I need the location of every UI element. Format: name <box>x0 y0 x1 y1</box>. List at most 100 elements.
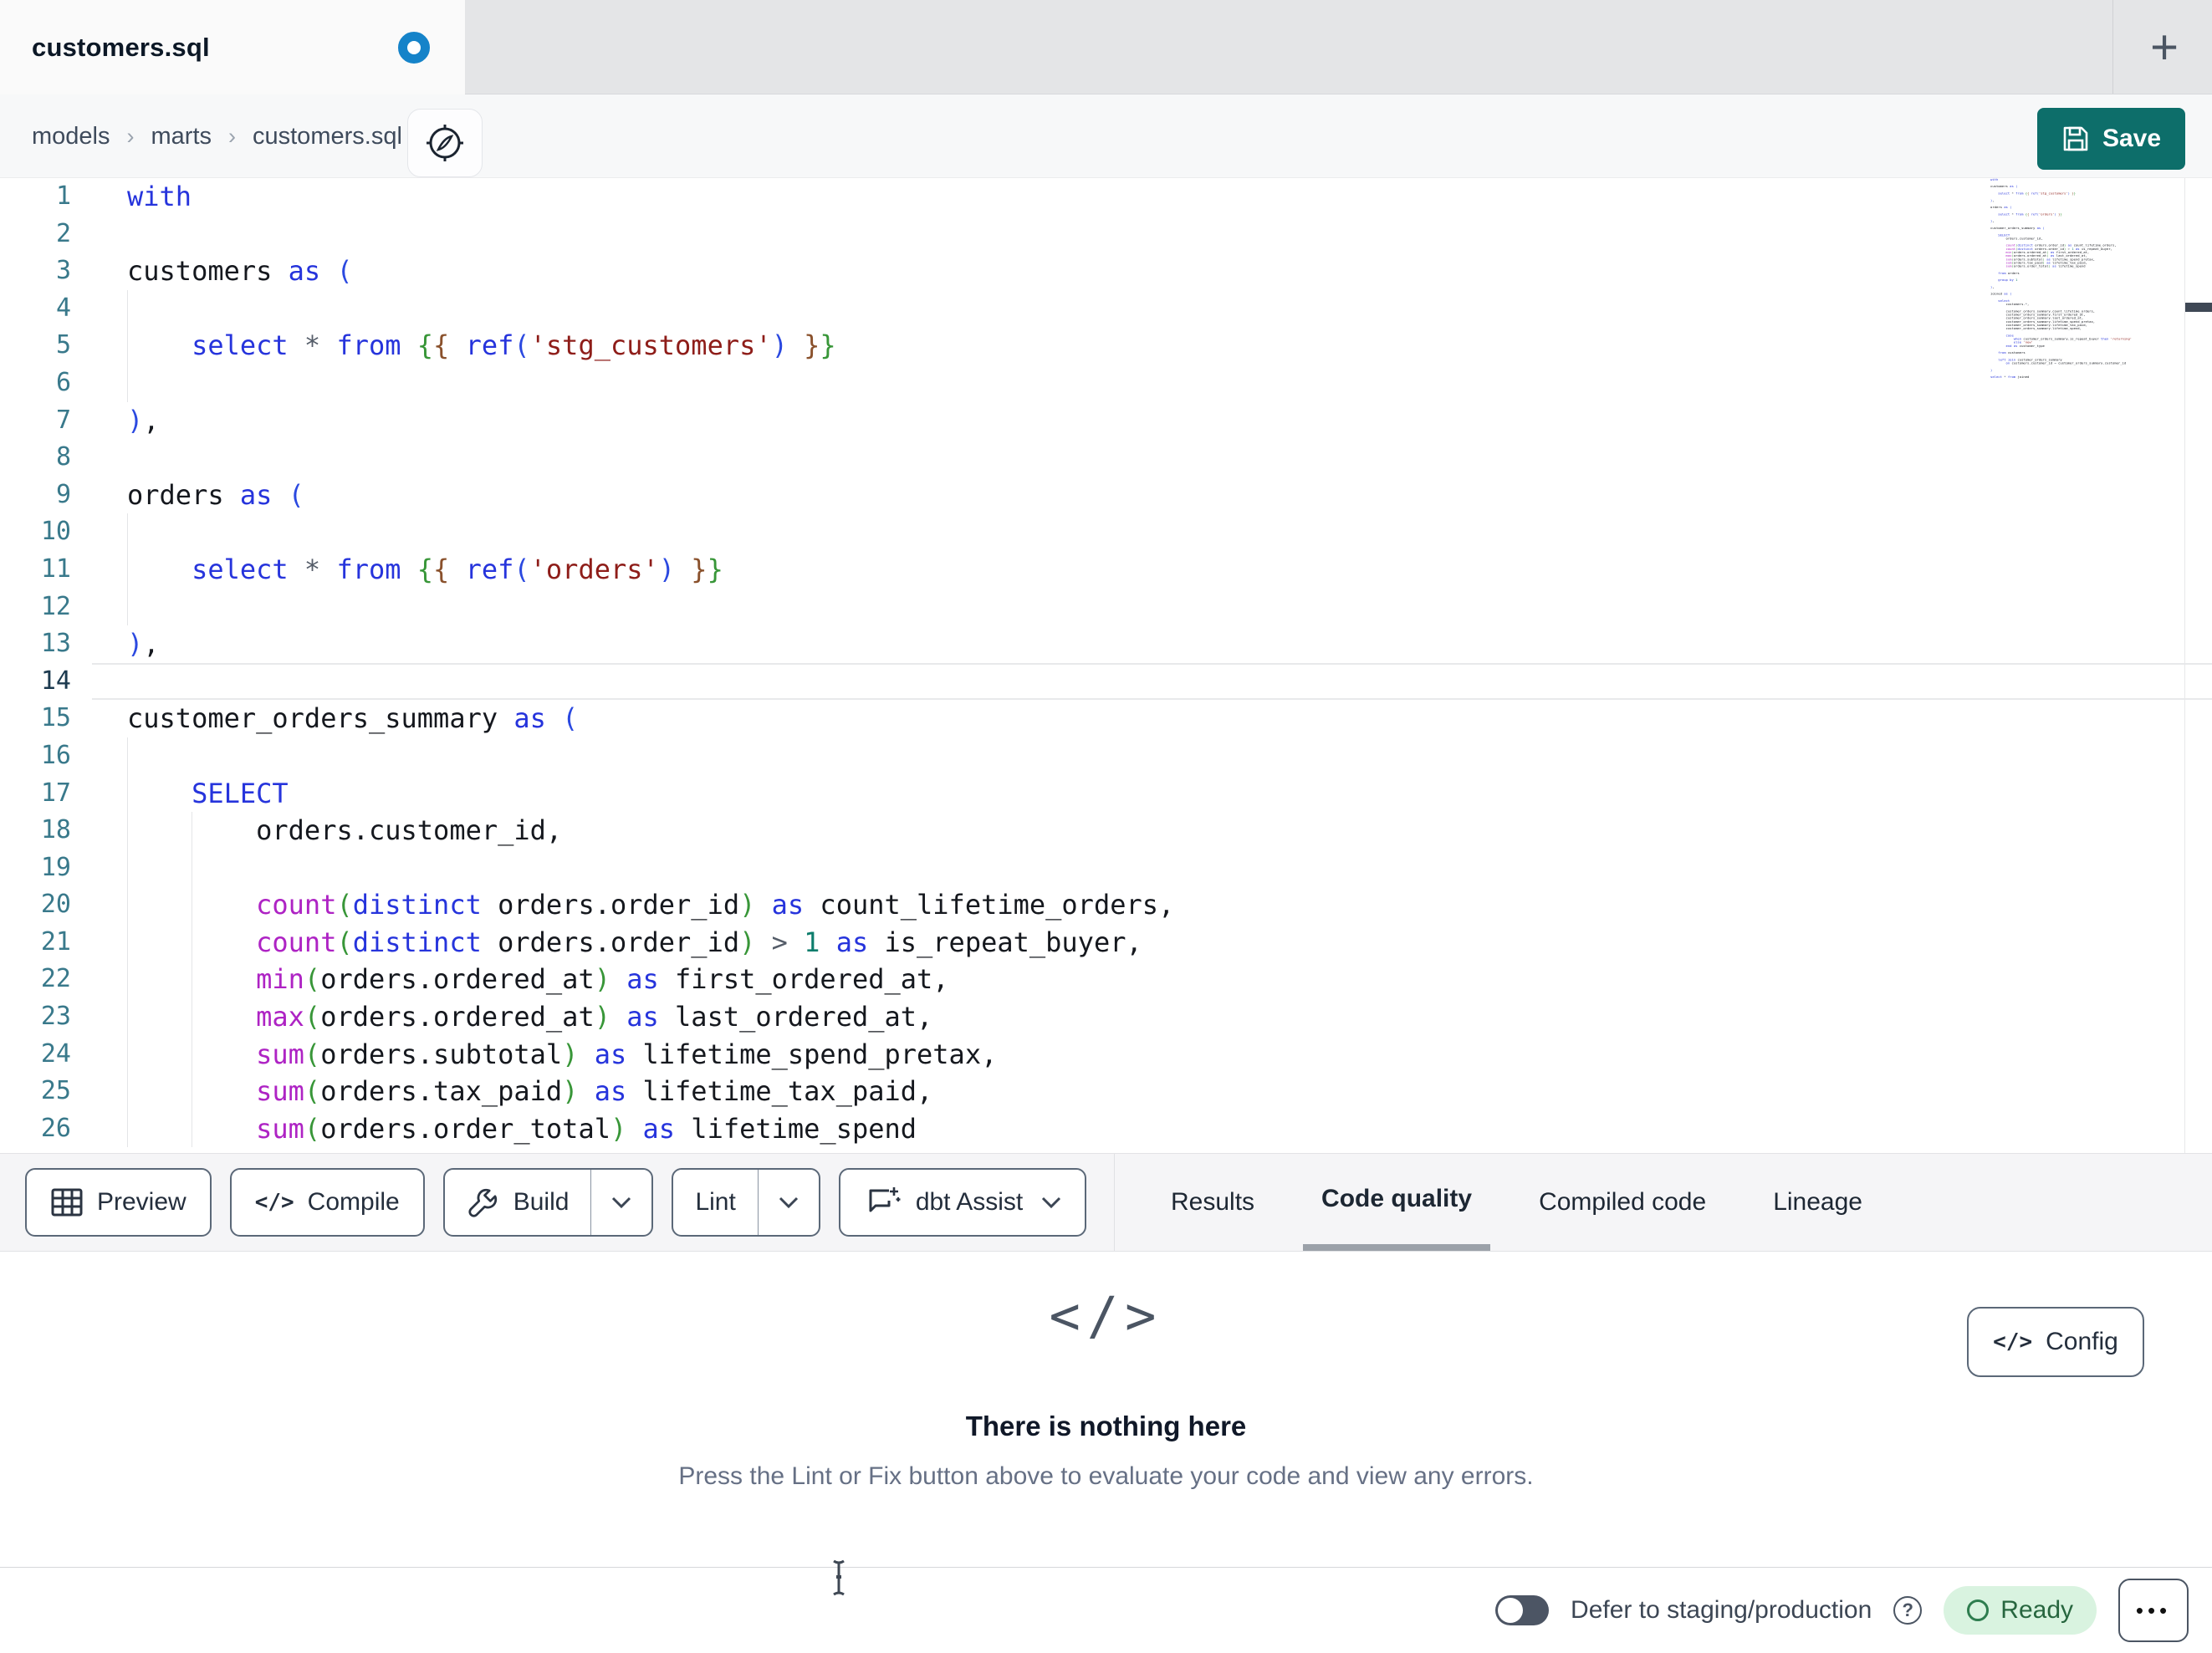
code-line[interactable]: 5 select * from {{ ref('stg_customers') … <box>0 327 2212 365</box>
wrench-icon <box>467 1186 500 1219</box>
plus-icon: + <box>2150 19 2179 74</box>
chevron-right-icon: › <box>126 123 135 149</box>
preview-button-label: Preview <box>97 1188 186 1216</box>
tab-title: customers.sql <box>32 32 210 62</box>
chevron-right-icon: › <box>228 123 236 149</box>
line-number: 24 <box>40 1038 71 1069</box>
indent-guide <box>127 588 128 626</box>
tab-code-quality[interactable]: Code quality <box>1303 1154 1491 1251</box>
breadcrumb-marts[interactable]: marts <box>151 123 212 151</box>
code-line[interactable]: 15 customer_orders_summary as ( <box>0 700 2212 737</box>
lint-button-label: Lint <box>695 1188 736 1216</box>
save-button-label: Save <box>2102 125 2162 152</box>
code-line[interactable]: 16 <box>0 737 2212 775</box>
line-number: 16 <box>40 740 71 770</box>
tab-customers-sql[interactable]: customers.sql <box>0 0 465 94</box>
breadcrumb: models › marts › customers.sql <box>32 94 402 178</box>
line-number: 12 <box>40 591 71 621</box>
compile-button[interactable]: </> Compile <box>229 1168 425 1237</box>
code-editor[interactable]: 1 with 2 3 customers as (4 5 select * from {{… <box>0 178 2212 1153</box>
more-options-button[interactable]: ••• <box>2118 1579 2189 1642</box>
tab-results[interactable]: Results <box>1152 1154 1273 1251</box>
save-button[interactable]: Save <box>2037 108 2185 170</box>
code-line[interactable]: 18 orders.customer_id, <box>0 812 2212 849</box>
code-line[interactable]: 20 count(distinct orders.order_id) as co… <box>0 886 2212 924</box>
line-number: 14 <box>40 666 71 696</box>
line-number: 9 <box>55 479 71 509</box>
indent-guide <box>127 327 128 365</box>
lint-dropdown-button[interactable] <box>757 1170 819 1235</box>
code-line[interactable]: 21 count(distinct orders.order_id) > 1 a… <box>0 923 2212 962</box>
tab-bar-divider <box>2112 0 2113 94</box>
tab-lineage[interactable]: Lineage <box>1755 1154 1881 1251</box>
config-button-label: Config <box>2046 1328 2118 1355</box>
code-line[interactable]: 2 <box>0 216 2212 253</box>
code-line[interactable]: 12 <box>0 588 2212 626</box>
table-grid-icon <box>50 1187 84 1217</box>
code-quality-panel: </> There is nothing here Press the Lint… <box>0 1252 2212 1567</box>
compile-button-label: Compile <box>307 1188 400 1216</box>
code-line[interactable]: 19 <box>0 849 2212 887</box>
line-number: 1 <box>55 181 71 211</box>
ellipsis-icon: ••• <box>2135 1597 2172 1623</box>
code-line[interactable]: 25 sum(orders.tax_paid) as lifetime_tax_… <box>0 1073 2212 1110</box>
minimap-content: with customers as ( select * from {{ ref… <box>1990 178 2133 380</box>
code-line[interactable]: 11 select * from {{ ref('orders') }} <box>0 550 2212 589</box>
minimap[interactable]: with customers as ( select * from {{ ref… <box>1990 178 2184 389</box>
code-brackets-icon: </> <box>1049 1285 1163 1346</box>
code-brackets-icon: </> <box>1993 1329 2033 1355</box>
code-editor-lines: 1 with 2 3 customers as (4 5 select * from {{… <box>0 178 2212 1148</box>
preview-button[interactable]: Preview <box>25 1168 212 1237</box>
defer-label: Defer to staging/production <box>1571 1596 1872 1624</box>
indent-guide <box>127 886 128 924</box>
dbt-ide-window: customers.sql + models › marts › custome… <box>0 0 2212 1653</box>
build-button-label: Build <box>513 1188 570 1216</box>
code-line[interactable]: 8 <box>0 439 2212 477</box>
code-brackets-icon: </> <box>254 1190 294 1215</box>
code-line[interactable]: 4 <box>0 289 2212 328</box>
line-number: 21 <box>40 926 71 957</box>
lint-button[interactable]: Lint <box>673 1170 757 1235</box>
ready-circle-icon <box>1967 1599 1990 1621</box>
code-line[interactable]: 13), <box>0 625 2212 663</box>
code-line[interactable]: 9 orders as ( <box>0 477 2212 514</box>
dbt-assist-button[interactable]: dbt Assist <box>838 1168 1087 1237</box>
code-line[interactable]: 6 <box>0 364 2212 402</box>
indent-guide <box>127 774 128 813</box>
breadcrumb-file[interactable]: customers.sql <box>253 123 402 151</box>
code-line[interactable]: 24 sum(orders.subtotal) as lifetime_spen… <box>0 1035 2212 1074</box>
toolbar-buttons: Preview </> Compile Build Lint dbt Assis… <box>25 1154 1087 1251</box>
indent-guide <box>127 550 128 589</box>
chevron-down-icon <box>1041 1196 1061 1208</box>
build-dropdown-button[interactable] <box>590 1170 651 1235</box>
indent-guide <box>127 1110 128 1148</box>
config-button[interactable]: </> Config <box>1967 1307 2144 1377</box>
code-line[interactable]: 3 customers as ( <box>0 253 2212 290</box>
breadcrumb-bar: models › marts › customers.sql <box>0 94 2212 178</box>
defer-toggle[interactable] <box>1495 1595 1550 1625</box>
code-line[interactable]: 17 SELECT <box>0 774 2212 813</box>
line-number: 8 <box>55 442 71 472</box>
code-line[interactable]: 22 min(orders.ordered_at) as first_order… <box>0 961 2212 999</box>
code-line[interactable]: 26 sum(orders.order_total) as lifetime_s… <box>0 1110 2212 1148</box>
status-bar: Defer to staging/production ? Ready ••• <box>0 1567 2212 1653</box>
new-tab-button[interactable]: + <box>2129 12 2199 82</box>
build-split-button: Build <box>442 1168 654 1237</box>
tab-compiled-code[interactable]: Compiled code <box>1520 1154 1724 1251</box>
copilot-compass-button[interactable] <box>407 109 483 177</box>
line-number: 20 <box>40 890 71 920</box>
editor-scrollbar-thumb[interactable] <box>2185 303 2212 312</box>
code-line[interactable]: 10 <box>0 513 2212 551</box>
code-line[interactable]: 1 with <box>0 178 2212 216</box>
code-line[interactable]: 14 <box>0 663 2212 701</box>
editor-toolbar: Preview </> Compile Build Lint dbt Assis… <box>0 1153 2212 1252</box>
question-circle-icon[interactable]: ? <box>1893 1596 1923 1625</box>
compass-icon <box>423 121 467 165</box>
status-badge-ready: Ready <box>1944 1586 2097 1635</box>
build-button[interactable]: Build <box>445 1170 591 1235</box>
code-line[interactable]: 23 max(orders.ordered_at) as last_ordere… <box>0 998 2212 1036</box>
code-line[interactable]: 7), <box>0 402 2212 440</box>
editor-scrollbar-track <box>2184 178 2185 1153</box>
empty-state-title: There is nothing here <box>965 1411 1247 1441</box>
breadcrumb-models[interactable]: models <box>32 123 110 151</box>
